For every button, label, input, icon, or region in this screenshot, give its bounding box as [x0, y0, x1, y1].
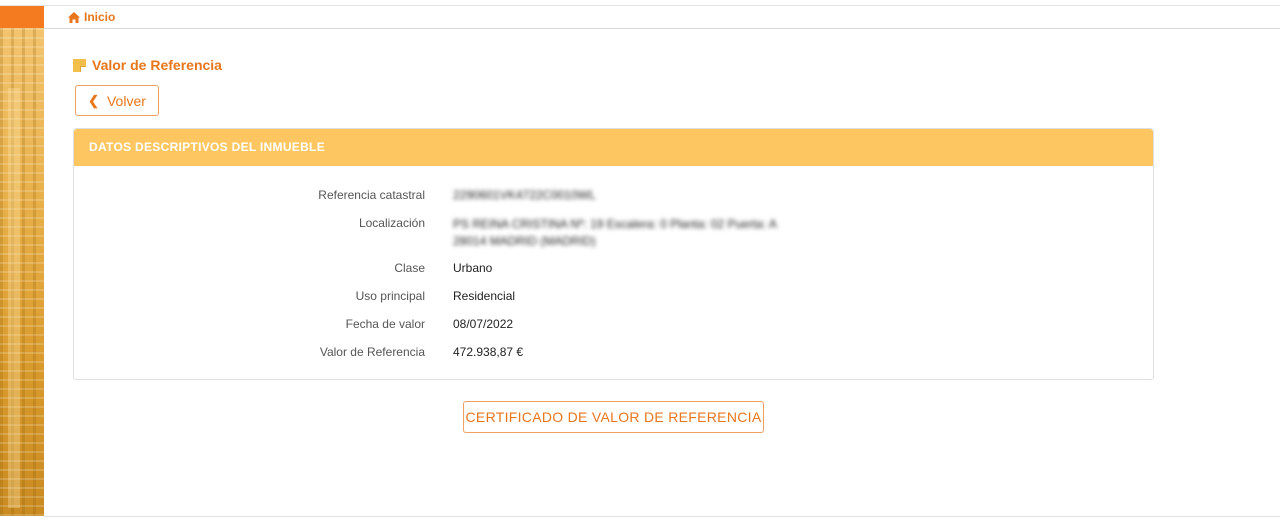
back-button[interactable]: ❮ Volver: [75, 85, 159, 116]
field-value-localizacion: PS REINA CRISTINA Nº: 19 Escalera: 0 Pla…: [453, 216, 777, 250]
localizacion-line-1: PS REINA CRISTINA Nº: 19 Escalera: 0 Pla…: [453, 217, 777, 231]
breadcrumb[interactable]: Inicio: [68, 10, 115, 24]
sidebar-accent: [0, 6, 44, 28]
certificate-button[interactable]: CERTIFICADO DE VALOR DE REFERENCIA: [463, 401, 764, 433]
back-button-label: Volver: [106, 92, 146, 109]
field-value-clase: Urbano: [453, 261, 493, 275]
field-label: Valor de Referencia: [319, 345, 425, 359]
chevron-left-icon: ❮: [88, 92, 99, 108]
page-title-row: Valor de Referencia: [73, 57, 222, 73]
localizacion-line-2: 28014 MADRID (MADRID): [453, 234, 596, 248]
field-value-fecha: 08/07/2022: [453, 317, 514, 331]
bottom-border: [44, 516, 1280, 517]
field-value-valor: 472.938,87 €: [453, 345, 524, 359]
field-label: Clase: [394, 261, 425, 275]
page: Inicio Valor de Referencia ❮ Volver DATO…: [0, 0, 1280, 519]
home-icon: [68, 11, 80, 23]
breadcrumb-home-label[interactable]: Inicio: [84, 10, 115, 24]
page-title: Valor de Referencia: [92, 57, 222, 73]
sidebar-city-image: [0, 28, 44, 516]
property-details-panel: DATOS DESCRIPTIVOS DEL INMUEBLE Referenc…: [73, 128, 1154, 380]
breadcrumb-bar: Inicio: [44, 6, 1280, 29]
field-label: Referencia catastral: [318, 188, 425, 202]
panel-header: DATOS DESCRIPTIVOS DEL INMUEBLE: [74, 129, 1153, 166]
field-value-uso: Residencial: [453, 289, 516, 303]
field-label: Fecha de valor: [345, 317, 425, 331]
field-value-referencia: 2290601VK4722C0010WL: [453, 188, 596, 202]
note-icon: [73, 58, 86, 72]
field-label: Localización: [358, 216, 425, 230]
field-label: Uso principal: [355, 289, 425, 303]
